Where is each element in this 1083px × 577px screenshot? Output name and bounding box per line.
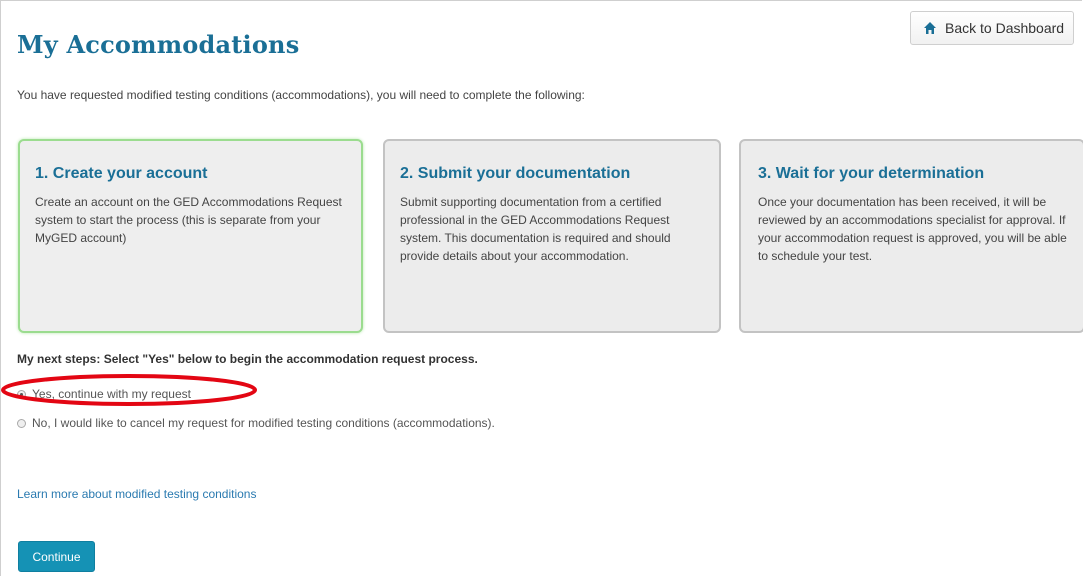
step-description: Once your documentation has been receive…: [758, 195, 1067, 263]
step-title: 1. Create your account: [35, 165, 208, 182]
back-to-dashboard-button[interactable]: Back to Dashboard: [910, 11, 1074, 45]
radio-label-yes: Yes, continue with my request: [32, 387, 191, 401]
next-steps-label: My next steps: Select "Yes" below to beg…: [17, 352, 478, 366]
step-card-wait-determination: 3. Wait for your determination Once your…: [739, 139, 1083, 333]
step-description: Submit supporting documentation from a c…: [400, 195, 671, 263]
step-description: Create an account on the GED Accommodati…: [35, 195, 342, 245]
continue-button[interactable]: Continue: [18, 541, 95, 572]
step-title: 3. Wait for your determination: [758, 165, 985, 182]
page-title: My Accommodations: [17, 30, 300, 59]
learn-more-link[interactable]: Learn more about modified testing condit…: [17, 487, 256, 501]
intro-text: You have requested modified testing cond…: [17, 88, 585, 102]
step-card-create-account: 1. Create your account Create an account…: [18, 139, 363, 333]
back-to-dashboard-label: Back to Dashboard: [945, 20, 1065, 36]
home-icon: [923, 21, 937, 35]
radio-yes-continue[interactable]: Yes, continue with my request: [17, 387, 191, 401]
step-card-submit-documentation: 2. Submit your documentation Submit supp…: [383, 139, 721, 333]
radio-no-cancel[interactable]: No, I would like to cancel my request fo…: [17, 416, 495, 430]
radio-button-no[interactable]: [17, 418, 26, 428]
step-title: 2. Submit your documentation: [400, 165, 631, 182]
radio-button-yes[interactable]: [17, 389, 26, 399]
radio-label-no: No, I would like to cancel my request fo…: [32, 416, 495, 430]
